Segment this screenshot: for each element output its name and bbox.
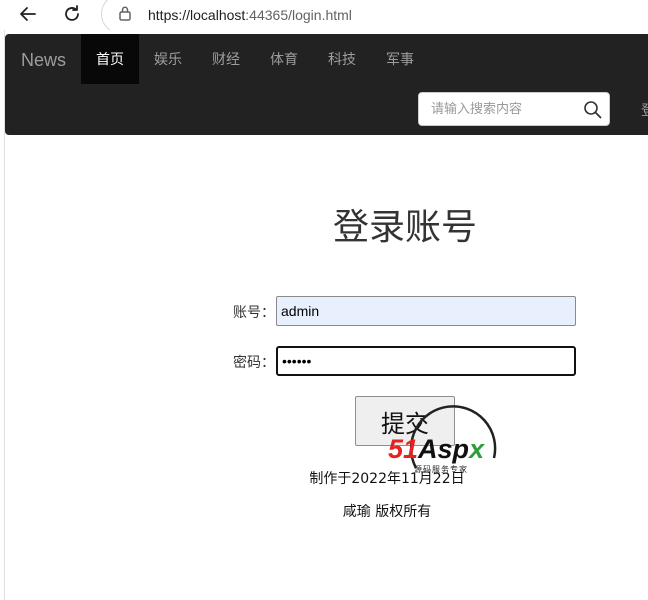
login-title: 登录账号 <box>332 207 477 248</box>
copyright-text: 咸瑜 版权所有 <box>342 504 432 520</box>
username-input[interactable] <box>276 296 576 326</box>
submit-button[interactable]: 提交 <box>355 396 455 446</box>
back-button[interactable] <box>14 0 42 28</box>
browser-toolbar: https://localhost:44365/login.html <box>0 0 648 34</box>
password-input[interactable] <box>276 346 576 376</box>
nav-item-tech[interactable]: 科技 <box>313 34 371 84</box>
brand-link[interactable]: News <box>21 50 66 71</box>
search-box <box>418 92 610 126</box>
refresh-button[interactable] <box>58 0 86 28</box>
address-bar[interactable]: https://localhost:44365/login.html <box>101 0 648 34</box>
nav-link-cut-off[interactable]: 登 <box>641 100 648 120</box>
nav-item-military[interactable]: 军事 <box>371 34 429 84</box>
lock-icon <box>119 6 131 21</box>
back-icon <box>20 7 36 21</box>
search-icon[interactable] <box>583 100 602 119</box>
nav-item-entertainment[interactable]: 娱乐 <box>139 34 197 84</box>
refresh-icon <box>65 5 79 21</box>
page-content: News 首页 娱乐 财经 体育 科技 军事 登 登录账号 账号： 密码： 提交… <box>4 30 648 600</box>
watermark-logo-x: x <box>469 434 485 464</box>
url-host: https://localhost <box>148 7 246 23</box>
made-on-text: 制作于2022年11月22日 <box>309 471 465 487</box>
username-label: 账号： <box>233 305 275 321</box>
password-label: 密码： <box>233 355 275 371</box>
nav-item-home[interactable]: 首页 <box>81 34 139 84</box>
search-input[interactable] <box>419 93 593 125</box>
top-navbar: News 首页 娱乐 财经 体育 科技 军事 登 <box>5 34 648 135</box>
nav-item-finance[interactable]: 财经 <box>197 34 255 84</box>
url-text: https://localhost:44365/login.html <box>148 7 352 23</box>
url-rest: :44365/login.html <box>245 7 352 23</box>
nav-item-sports[interactable]: 体育 <box>255 34 313 84</box>
